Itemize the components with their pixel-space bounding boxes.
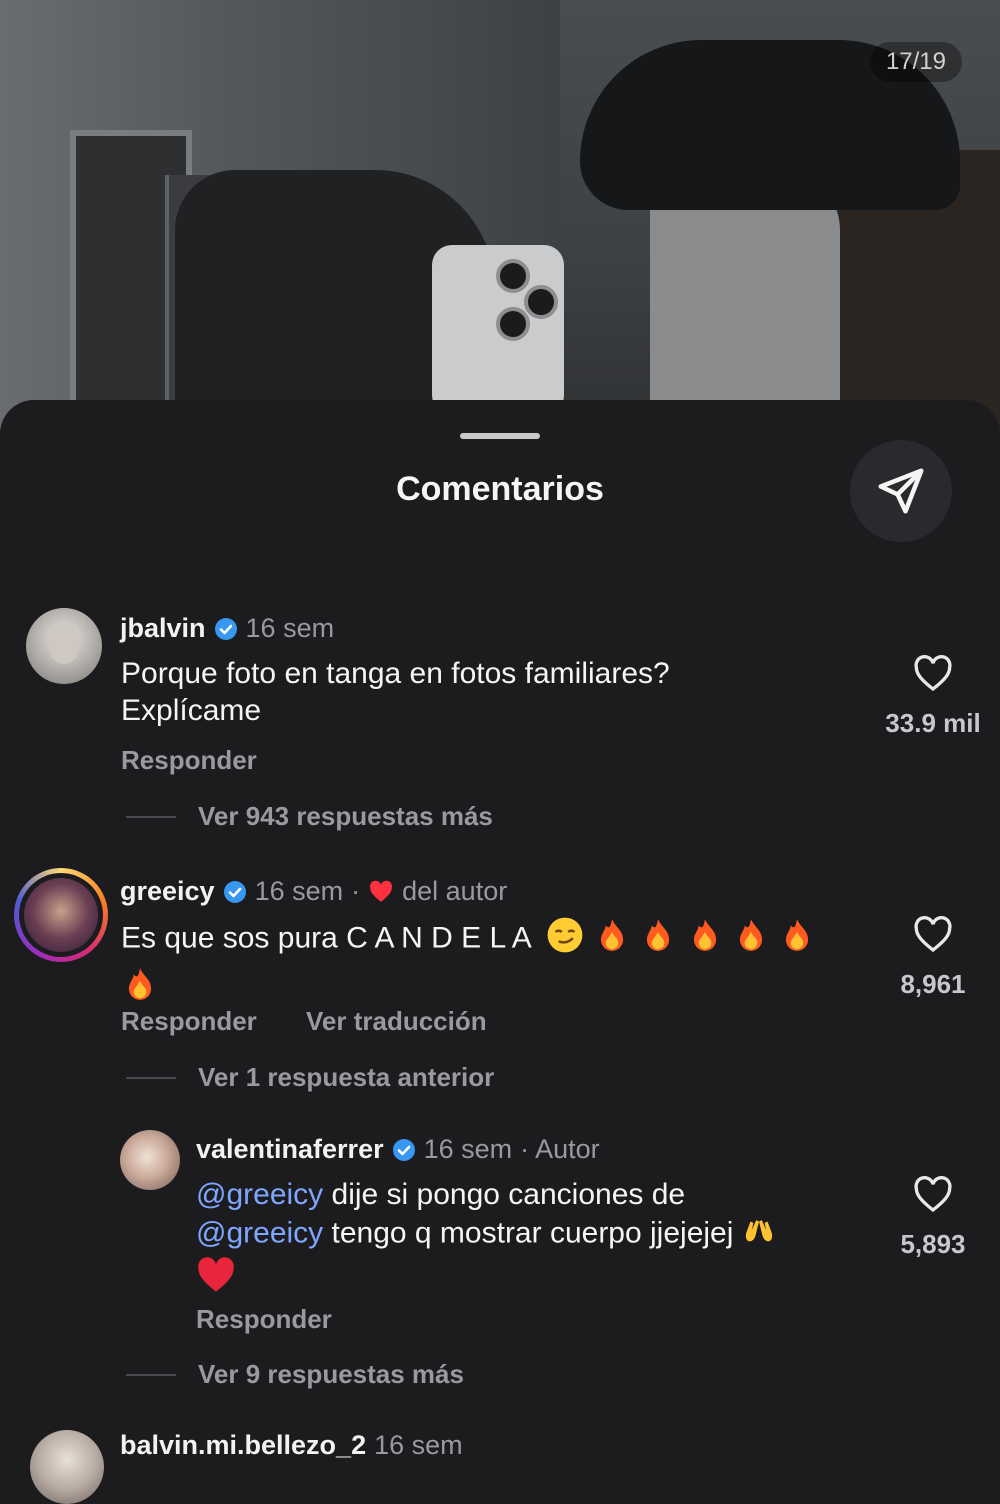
comment-text-line xyxy=(196,1256,876,1303)
comment-text-line: Porque foto en tanga en fotos familiares… xyxy=(121,657,670,690)
reply-button[interactable]: Responder xyxy=(121,1006,257,1037)
photo-lens xyxy=(496,307,530,341)
thread-line xyxy=(126,1076,176,1079)
mention-link[interactable]: @greeicy xyxy=(196,1178,323,1211)
photo-counter: 17/19 xyxy=(869,42,962,82)
comments-sheet: Comentarios jbalvin 16 sem Porque foto e… xyxy=(0,400,1000,1504)
comment-header: jbalvin 16 sem xyxy=(120,613,334,644)
post-photo: 17/19 xyxy=(0,0,1000,440)
thread-line xyxy=(126,1373,176,1376)
drag-handle[interactable] xyxy=(460,433,540,439)
comment-header: balvin.mi.bellezo_2 16 sem xyxy=(120,1430,463,1461)
meta-separator: · xyxy=(351,876,361,906)
view-replies-label: Ver 943 respuestas más xyxy=(198,801,493,831)
author-tag: · Autor xyxy=(520,1134,600,1164)
avatar xyxy=(24,878,98,952)
share-button[interactable] xyxy=(850,440,952,542)
comment-text-fragment: tengo q mostrar cuerpo jjejejej xyxy=(323,1216,734,1250)
comment-text-fragment: dije si pongo canciones de xyxy=(323,1178,686,1211)
comment-time: 16 sem xyxy=(423,1134,513,1164)
like-count: 33.9 mil xyxy=(885,708,981,738)
comment-time: 16 sem xyxy=(254,876,344,906)
avatar[interactable] xyxy=(120,1130,180,1190)
avatar-face xyxy=(50,624,78,664)
mention-link[interactable]: @greeicy xyxy=(196,1216,323,1249)
view-replies-button[interactable]: Ver 943 respuestas más xyxy=(126,801,493,832)
like-block: 33.9 mil xyxy=(878,655,988,739)
comment-username[interactable]: jbalvin xyxy=(120,613,206,644)
like-block: 8,961 xyxy=(878,916,988,1000)
avatar-story-ring[interactable] xyxy=(14,868,108,962)
like-count: 8,961 xyxy=(900,969,966,999)
raised-hands-emoji-icon xyxy=(742,1213,776,1256)
verified-icon xyxy=(223,880,246,903)
translate-button[interactable]: Ver traducción xyxy=(306,1006,487,1037)
heart-icon[interactable] xyxy=(913,655,953,693)
like-count: 5,893 xyxy=(900,1229,966,1259)
reply-button[interactable]: Responder xyxy=(196,1304,332,1335)
comment-text-line: @greeicy dije si pongo canciones de xyxy=(196,1176,876,1213)
thread-line xyxy=(126,815,176,818)
heart-icon[interactable] xyxy=(913,1176,953,1214)
comment-username[interactable]: valentinaferrer xyxy=(196,1134,384,1165)
comment-header: valentinaferrer 16 sem · Autor xyxy=(196,1134,600,1165)
comment-username[interactable]: greeicy xyxy=(120,876,215,907)
smirk-emoji-icon xyxy=(546,916,584,963)
fire-emoji-icon xyxy=(686,916,724,963)
comment-text-line: Explícame xyxy=(121,694,262,727)
avatar[interactable] xyxy=(26,608,102,684)
fire-emoji-icon xyxy=(121,965,159,1012)
view-replies-button[interactable]: Ver 1 respuesta anterior xyxy=(126,1062,494,1093)
view-replies-button[interactable]: Ver 9 respuestas más xyxy=(126,1359,464,1390)
comment-text: Es que sos pura C A N D E L A xyxy=(121,916,881,1012)
verified-icon xyxy=(392,1138,415,1161)
avatar[interactable] xyxy=(30,1430,104,1504)
comment-time: 16 sem xyxy=(245,613,335,643)
view-replies-label: Ver 1 respuesta anterior xyxy=(198,1062,495,1092)
fire-emoji-icon xyxy=(593,916,631,963)
view-replies-label: Ver 9 respuestas más xyxy=(198,1359,464,1389)
author-heart-icon xyxy=(370,880,393,902)
like-block: 5,893 xyxy=(878,1176,988,1260)
photo-phone xyxy=(432,245,564,415)
verified-icon xyxy=(214,617,237,640)
photo-lens xyxy=(496,259,530,293)
comment-header: greeicy 16 sem · del autor xyxy=(120,876,507,907)
comment-username[interactable]: balvin.mi.bellezo_2 xyxy=(120,1430,366,1461)
comment-text-line: Es que sos pura C A N D E L A xyxy=(121,921,531,955)
comment-text-line: @greeicy tengo q mostrar cuerpo jjejejej xyxy=(196,1213,876,1256)
fire-emoji-icon xyxy=(732,916,770,963)
fire-emoji-icon xyxy=(639,916,677,963)
fire-emoji-icon xyxy=(778,916,816,963)
photo-lens xyxy=(524,285,558,319)
reply-button[interactable]: Responder xyxy=(121,745,257,776)
heart-icon[interactable] xyxy=(913,916,953,954)
comment-text: Porque foto en tanga en fotos familiares… xyxy=(121,655,670,729)
send-icon xyxy=(878,468,924,514)
red-heart-emoji-icon xyxy=(196,1256,236,1303)
comment-text: @greeicy dije si pongo canciones de @gre… xyxy=(196,1176,876,1303)
comment-time: 16 sem xyxy=(374,1430,463,1460)
liked-by-author: del autor xyxy=(402,876,508,906)
